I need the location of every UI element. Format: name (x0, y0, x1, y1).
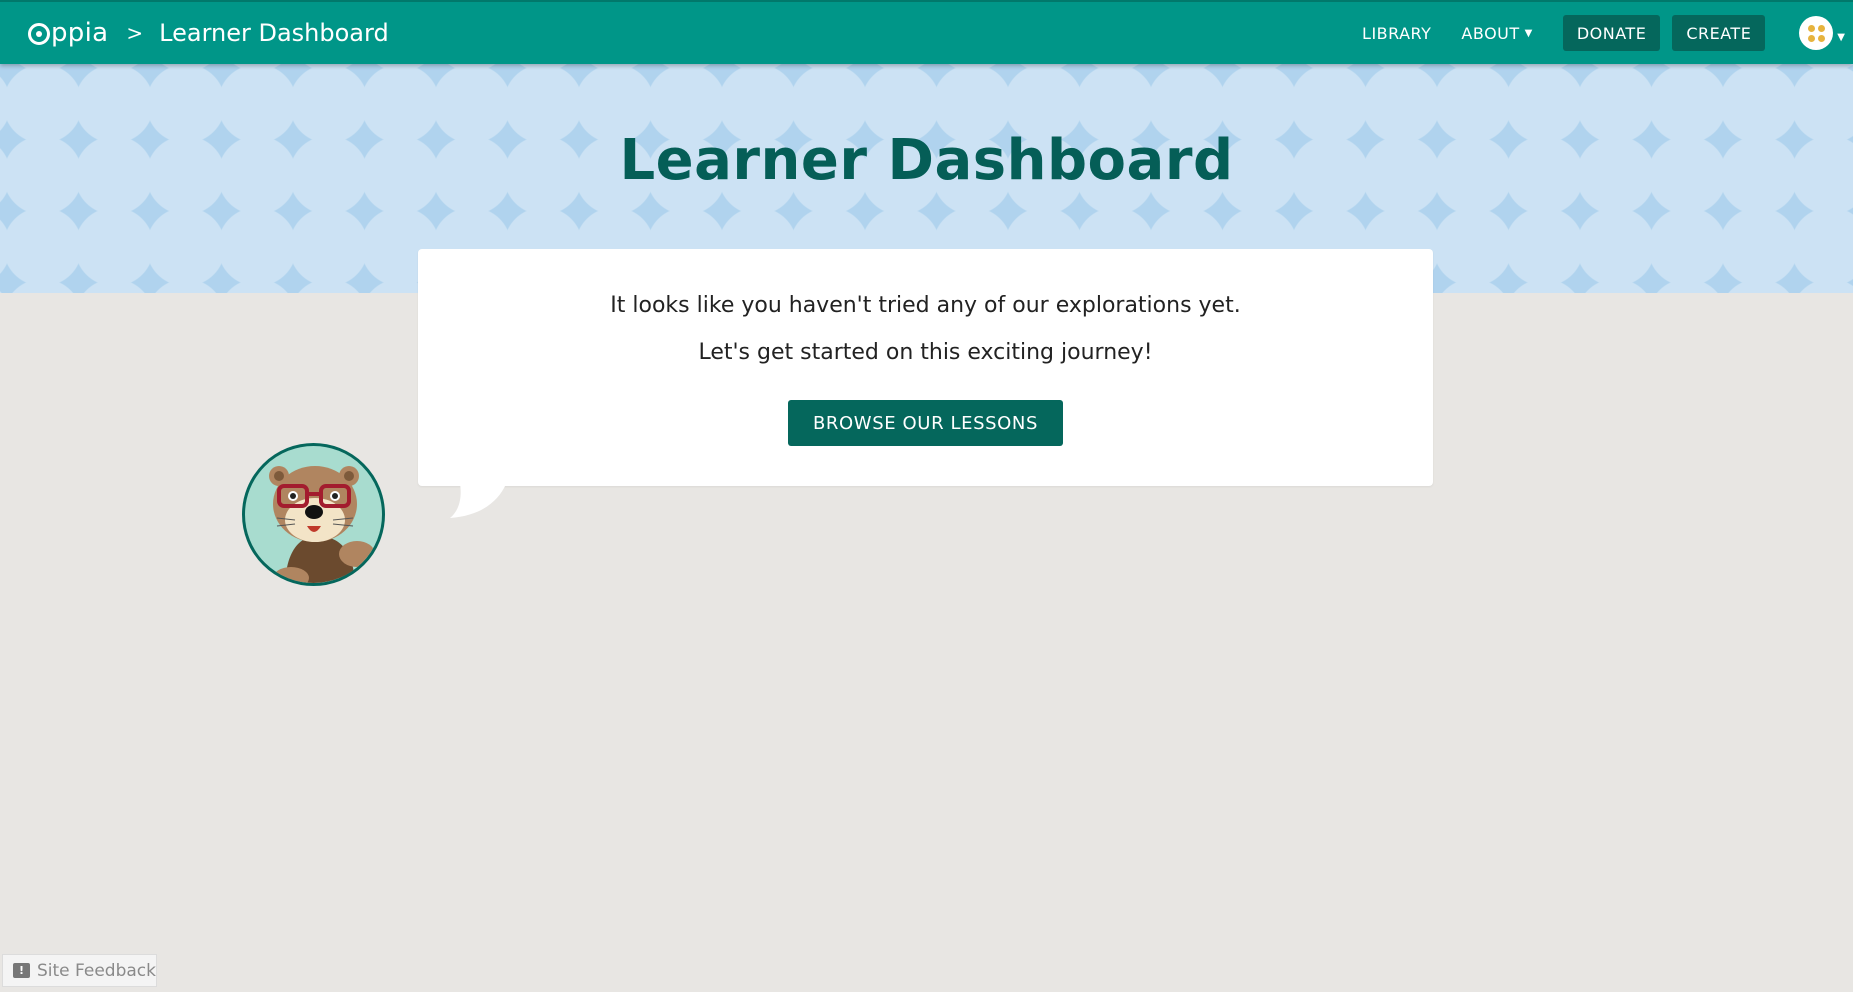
encouragement-message: Let's get started on this exciting journ… (698, 340, 1153, 365)
otter-mascot-image (242, 443, 385, 586)
nav-library-link[interactable]: LIBRARY (1362, 24, 1431, 43)
otter-icon (269, 466, 375, 583)
speech-bubble-tail (450, 484, 506, 518)
empty-state-message: It looks like you haven't tried any of o… (610, 293, 1241, 318)
site-feedback-button[interactable]: ! Site Feedback (2, 954, 157, 987)
nav-menu: LIBRARY ABOUT ▼ DONATE CREATE ▼ (1362, 2, 1853, 64)
donate-button[interactable]: DONATE (1562, 15, 1661, 51)
logo-text: ppia (51, 18, 109, 48)
breadcrumb: ppia > Learner Dashboard (28, 15, 389, 51)
chevron-down-icon: ▼ (1837, 31, 1845, 43)
breadcrumb-separator: > (126, 21, 144, 45)
create-button[interactable]: CREATE (1672, 15, 1766, 51)
breadcrumb-title: Learner Dashboard (159, 19, 389, 47)
logo-mark-icon (28, 23, 50, 45)
feedback-icon: ! (13, 963, 30, 978)
profile-dropdown[interactable]: ▼ (1799, 16, 1845, 50)
site-feedback-label: Site Feedback (37, 960, 156, 981)
chevron-down-icon: ▼ (1524, 27, 1533, 39)
browse-lessons-button[interactable]: BROWSE OUR LESSONS (788, 400, 1063, 446)
top-navbar: ppia > Learner Dashboard LIBRARY ABOUT ▼… (0, 0, 1853, 64)
nav-about-label: ABOUT (1461, 23, 1520, 43)
avatar (1799, 16, 1834, 50)
page-title: Learner Dashboard (619, 128, 1234, 193)
oppia-logo[interactable]: ppia (28, 18, 108, 48)
empty-state-card: It looks like you haven't tried any of o… (418, 249, 1433, 486)
nav-about-dropdown[interactable]: ABOUT ▼ (1461, 24, 1532, 43)
